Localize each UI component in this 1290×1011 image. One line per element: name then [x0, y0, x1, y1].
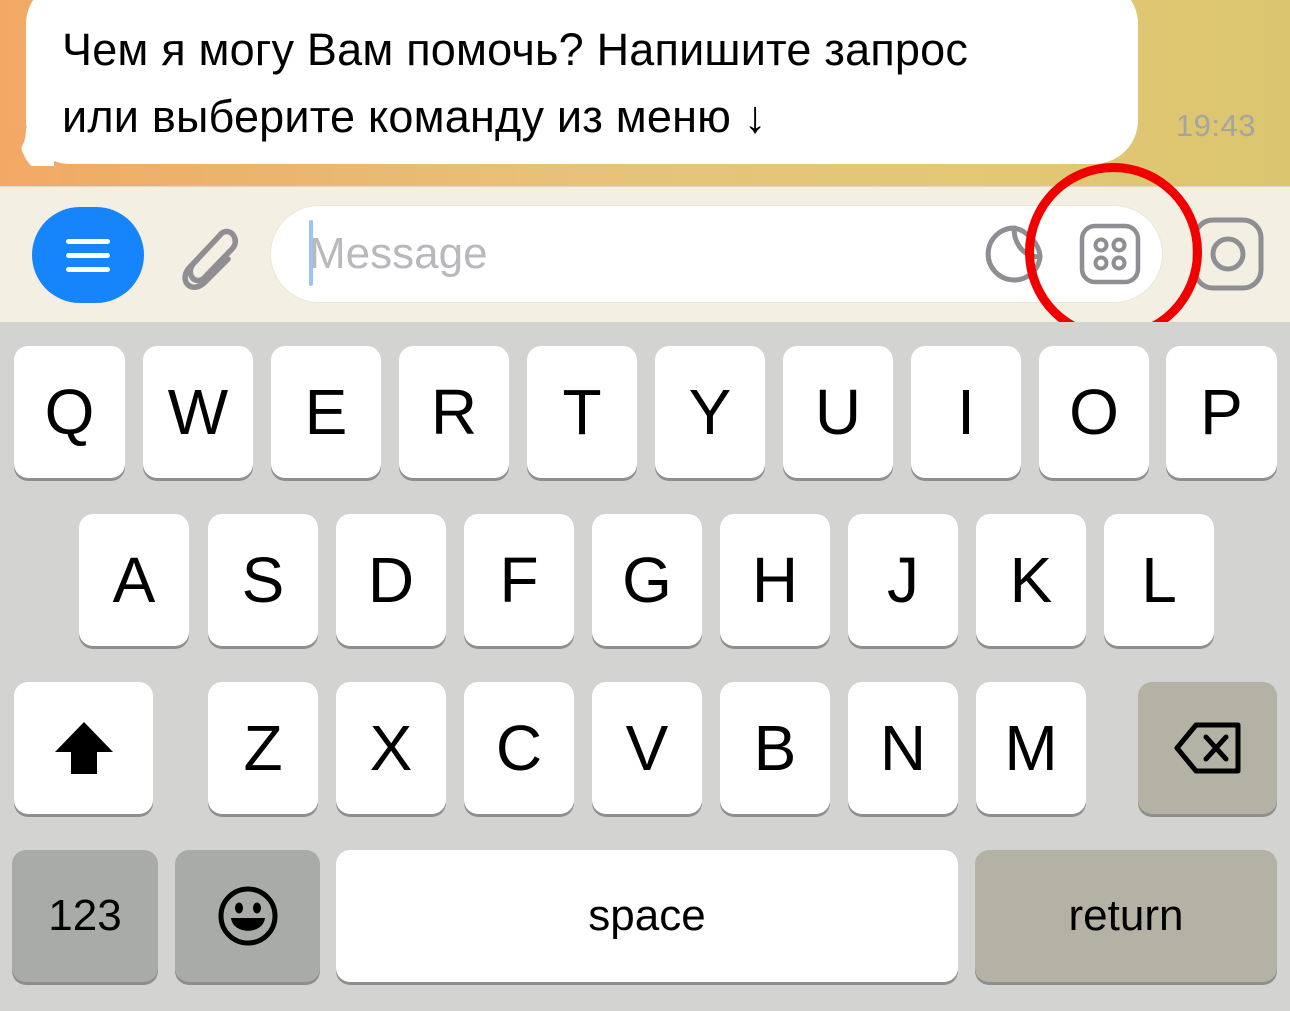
key-q[interactable]: Q	[14, 346, 125, 478]
key-label: M	[1004, 712, 1058, 784]
key-g[interactable]: G	[592, 514, 702, 646]
camera-icon[interactable]	[1192, 217, 1264, 291]
key-w[interactable]: W	[143, 346, 253, 478]
key-b[interactable]: B	[720, 682, 830, 814]
key-d[interactable]: D	[336, 514, 446, 646]
key-label: I	[957, 376, 975, 448]
hamburger-menu-icon	[66, 239, 110, 244]
key-label: X	[369, 712, 413, 784]
key-label: W	[167, 376, 229, 448]
key-h[interactable]: H	[720, 514, 830, 646]
space-key[interactable]: space	[336, 850, 958, 982]
return-key[interactable]: return	[975, 850, 1277, 982]
key-j[interactable]: J	[848, 514, 958, 646]
key-label: 123	[48, 891, 122, 940]
key-label: P	[1200, 376, 1243, 448]
key-label: C	[495, 712, 543, 784]
key-e[interactable]: E	[271, 346, 381, 478]
key-label: O	[1069, 376, 1119, 448]
key-p[interactable]: P	[1166, 346, 1277, 478]
key-label: S	[241, 544, 285, 616]
key-t[interactable]: T	[527, 346, 637, 478]
key-label: T	[562, 376, 602, 448]
chat-background: Чем я могу Вам помочь? Напишите запрос и…	[0, 0, 1290, 188]
message-time: 19:43	[1175, 108, 1256, 143]
message-line-1: Чем я могу Вам помочь? Напишите запрос	[62, 24, 969, 75]
key-label: A	[112, 544, 156, 616]
key-o[interactable]: O	[1039, 346, 1149, 478]
key-label: Y	[688, 376, 732, 448]
key-label: G	[622, 544, 672, 616]
key-label: E	[304, 376, 348, 448]
key-z[interactable]: Z	[208, 682, 318, 814]
key-k[interactable]: K	[976, 514, 1086, 646]
shift-icon	[54, 722, 113, 774]
key-i[interactable]: I	[911, 346, 1021, 478]
key-label: return	[1068, 891, 1184, 940]
key-y[interactable]: Y	[655, 346, 765, 478]
key-v[interactable]: V	[592, 682, 702, 814]
emoji-icon	[218, 886, 277, 946]
hamburger-line	[66, 253, 110, 258]
shift-key[interactable]	[14, 682, 153, 814]
key-label: Z	[243, 712, 283, 784]
key-s[interactable]: S	[208, 514, 318, 646]
message-text: Чем я могу Вам помочь? Напишите запрос и…	[62, 16, 1122, 150]
key-a[interactable]: A	[79, 514, 189, 646]
key-label: D	[367, 544, 415, 616]
key-label: Q	[44, 376, 95, 448]
key-label: N	[879, 712, 927, 784]
key-label: J	[887, 544, 919, 616]
key-label: F	[499, 544, 539, 616]
emoji-key[interactable]	[175, 850, 320, 982]
key-label: H	[751, 544, 799, 616]
backspace-icon	[1174, 722, 1240, 774]
key-label: R	[430, 376, 478, 448]
key-label: V	[625, 712, 669, 784]
key-label: K	[1009, 544, 1053, 616]
key-u[interactable]: U	[783, 346, 893, 478]
backspace-key[interactable]	[1138, 682, 1277, 814]
key-f[interactable]: F	[464, 514, 574, 646]
key-label: L	[1141, 544, 1177, 616]
key-label: B	[753, 712, 797, 784]
numbers-key[interactable]: 123	[12, 850, 158, 982]
message-input[interactable]	[309, 220, 949, 288]
keyboard: Q W E R T Y U I O P A S D F G H J K L Z …	[0, 322, 1290, 1011]
highlight-circle-annotation	[1025, 163, 1202, 341]
key-m[interactable]: M	[976, 682, 1086, 814]
key-n[interactable]: N	[848, 682, 958, 814]
hamburger-line	[66, 267, 110, 272]
key-label: space	[588, 891, 706, 940]
key-l[interactable]: L	[1104, 514, 1214, 646]
message-line-2: или выберите команду из меню ↓	[62, 91, 767, 142]
paperclip-icon[interactable]	[172, 213, 248, 297]
key-label: U	[814, 376, 862, 448]
bot-menu-button[interactable]	[32, 207, 144, 303]
key-r[interactable]: R	[399, 346, 509, 478]
key-x[interactable]: X	[336, 682, 446, 814]
key-c[interactable]: C	[464, 682, 574, 814]
